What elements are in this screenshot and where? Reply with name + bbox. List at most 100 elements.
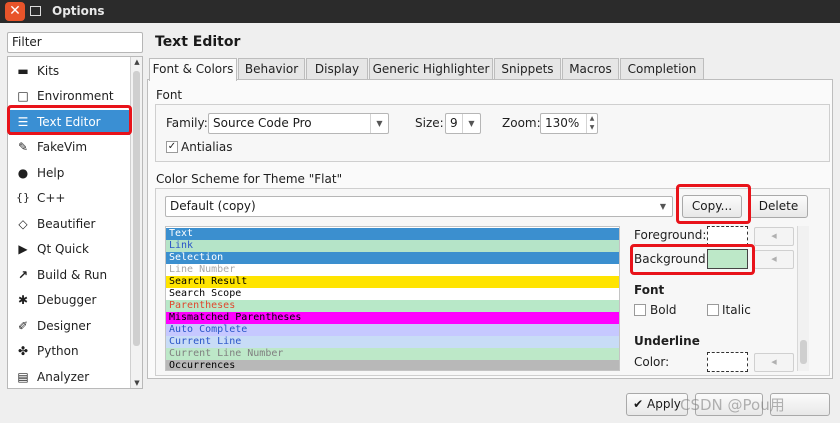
scheme-item[interactable]: Search Result	[166, 276, 619, 288]
ok-button[interactable]	[770, 393, 830, 416]
delete-button[interactable]: Delete	[749, 195, 808, 218]
play-icon: ▶	[18, 242, 28, 256]
category-item-kits[interactable]: ▬ Kits	[9, 59, 131, 84]
cancel-button[interactable]	[695, 393, 763, 416]
category-scrollbar[interactable]: ▲ ▼	[130, 57, 142, 388]
copy-button[interactable]: Copy...	[682, 195, 742, 218]
category-label: Analyzer	[37, 370, 90, 384]
category-item-text-editor[interactable]: ☰ Text Editor	[9, 110, 131, 135]
close-icon[interactable]: ✕	[5, 2, 25, 21]
scheme-item[interactable]: Link	[166, 240, 619, 252]
antialias-label: Antialias	[181, 140, 233, 154]
category-label: FakeVim	[37, 140, 88, 154]
category-label: Designer	[37, 319, 91, 333]
category-label: C++	[37, 191, 66, 205]
category-item-beautifier[interactable]: ◇ Beautifier	[9, 212, 131, 237]
maximize-icon[interactable]	[30, 6, 41, 16]
category-item-fakevim[interactable]: ✎ FakeVim	[9, 135, 131, 160]
chevron-down-icon: ▼	[370, 114, 388, 133]
category-item-python[interactable]: ✤ Python	[9, 339, 131, 364]
python-icon: ✤	[17, 344, 29, 358]
category-label: Help	[37, 166, 65, 180]
category-item-environment[interactable]: □ Environment	[9, 84, 131, 109]
scheme-item[interactable]: Text	[166, 228, 619, 240]
foreground-label: Foreground:	[634, 228, 707, 242]
font-family-select[interactable]: Source Code Pro ▼	[208, 113, 389, 134]
chevron-down-icon: ▼	[659, 202, 667, 211]
font-section-title: Font	[156, 88, 183, 102]
tab-font-colors[interactable]: Font & Colors	[149, 58, 237, 81]
scheme-item[interactable]: Occurrences	[166, 360, 619, 370]
category-label: Qt Quick	[37, 242, 89, 256]
scheme-section-title: Color Scheme for Theme "Flat"	[156, 172, 343, 186]
hammer-icon: ↗	[17, 268, 29, 282]
category-label: Build & Run	[37, 268, 108, 282]
underline-reset-button[interactable]: ◀	[754, 353, 794, 372]
tab-macros[interactable]: Macros	[562, 58, 619, 80]
zoom-value: 130%	[545, 116, 580, 130]
chevron-down-icon: ▼	[462, 114, 480, 133]
underline-color-label: Color:	[634, 355, 670, 369]
tab-completion[interactable]: Completion	[620, 58, 704, 80]
category-label: Beautifier	[37, 217, 96, 231]
apply-label: Apply	[647, 397, 681, 411]
font-size-select[interactable]: 9 ▼	[445, 113, 481, 134]
scroll-up-icon[interactable]: ▲	[133, 58, 141, 66]
family-label: Family:	[166, 116, 208, 130]
bold-label: Bold	[650, 303, 677, 317]
scheme-item[interactable]: Selection	[166, 252, 619, 264]
scrollbar-thumb[interactable]	[800, 340, 807, 364]
scheme-select[interactable]: Default (copy) ▼	[165, 196, 673, 217]
scheme-item[interactable]: Parentheses	[166, 300, 619, 312]
filter-input[interactable]: Filter	[7, 32, 143, 53]
tab-display[interactable]: Display	[306, 58, 368, 80]
tab-generic-highlighter[interactable]: Generic Highlighter	[369, 58, 493, 80]
monitor-icon: ▬	[17, 64, 29, 78]
scheme-item[interactable]: Line Number	[166, 264, 619, 276]
analyzer-icon: ▤	[17, 370, 29, 384]
background-reset-button[interactable]: ◀	[754, 250, 794, 269]
category-list: ▬ Kits □ Environment ☰ Text Editor ✎ Fak…	[7, 56, 143, 389]
category-item-cpp[interactable]: {} C++	[9, 186, 131, 211]
scheme-item[interactable]: Mismatched Parentheses	[166, 312, 619, 324]
page-title: Text Editor	[155, 34, 241, 50]
italic-checkbox[interactable]	[707, 304, 719, 316]
category-item-debugger[interactable]: ✱ Debugger	[9, 288, 131, 313]
check-icon: ✔	[633, 397, 644, 411]
category-item-build-run[interactable]: ↗ Build & Run	[9, 263, 131, 288]
scheme-item[interactable]: Current Line Number	[166, 348, 619, 360]
scheme-item-list: Text Link Selection Line Number Search Resul…	[165, 226, 620, 371]
diamond-icon: ◇	[18, 217, 28, 231]
category-label: Text Editor	[37, 115, 101, 129]
spin-arrows-icon[interactable]: ▲ ▼	[586, 114, 597, 133]
tab-behavior[interactable]: Behavior	[238, 58, 305, 80]
foreground-swatch[interactable]	[707, 226, 748, 246]
scroll-down-icon[interactable]: ▼	[133, 379, 141, 387]
size-label: Size:	[415, 116, 444, 130]
title-bar: ✕ Options	[0, 0, 840, 23]
bold-checkbox[interactable]	[634, 304, 646, 316]
underline-color-swatch[interactable]	[707, 352, 748, 372]
category-item-designer[interactable]: ✐ Designer	[9, 314, 131, 339]
background-label: Background:	[634, 252, 710, 266]
category-item-analyzer[interactable]: ▤ Analyzer	[9, 365, 131, 390]
properties-scrollbar[interactable]	[797, 226, 809, 371]
zoom-spinbox[interactable]: 130% ▲ ▼	[540, 113, 598, 134]
apply-button[interactable]: ✔ Apply	[626, 393, 688, 416]
scheme-item[interactable]: Auto Complete	[166, 324, 619, 336]
scheme-item[interactable]: Search Scope	[166, 288, 619, 300]
window-title: Options	[52, 4, 105, 18]
scheme-item[interactable]: Current Line	[166, 336, 619, 348]
tab-snippets[interactable]: Snippets	[494, 58, 561, 80]
scrollbar-thumb[interactable]	[133, 71, 140, 346]
fakevim-icon: ✎	[17, 140, 29, 154]
category-label: Python	[37, 344, 79, 358]
category-item-help[interactable]: ● Help	[9, 161, 131, 186]
category-item-qt-quick[interactable]: ▶ Qt Quick	[9, 237, 131, 262]
category-label: Debugger	[37, 293, 97, 307]
font-family-value: Source Code Pro	[213, 116, 312, 130]
foreground-reset-button[interactable]: ◀	[754, 227, 794, 246]
document-icon: ☰	[17, 115, 29, 129]
antialias-checkbox[interactable]: ✓	[166, 141, 178, 153]
background-swatch[interactable]	[707, 249, 748, 269]
